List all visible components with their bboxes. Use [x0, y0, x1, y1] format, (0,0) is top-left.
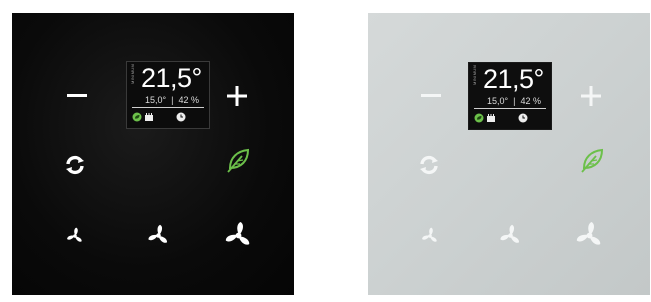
leaf-icon — [581, 148, 604, 173]
leaf-icon — [227, 148, 250, 173]
increase-temperature-button[interactable] — [224, 83, 250, 109]
current-temperature: 21,5° — [483, 64, 544, 94]
eco-mode-button[interactable] — [224, 145, 252, 175]
fan-low-icon — [66, 227, 83, 243]
setpoint-humidity-readout: 15,0° | 42 % — [487, 96, 541, 106]
eco-mode-button[interactable] — [578, 145, 606, 175]
display-divider — [474, 108, 546, 109]
decrease-temperature-button[interactable] — [64, 83, 90, 109]
fan-speed-medium-button[interactable] — [144, 221, 172, 249]
fan-speed-high-button[interactable] — [221, 218, 255, 252]
minus-icon — [67, 94, 87, 97]
fan-speed-medium-button[interactable] — [496, 221, 524, 249]
fan-high-icon — [224, 221, 251, 246]
current-temperature: 21,5° — [141, 63, 202, 93]
sync-button[interactable] — [62, 152, 88, 178]
mode-label: MINIMUM — [472, 64, 477, 85]
fan-low-icon — [421, 227, 438, 243]
heater-icon — [145, 113, 153, 121]
thermostat-panel-dark: MINIMUM 21,5° 15,0° | 42 % — [12, 13, 294, 295]
decrease-temperature-button[interactable] — [418, 83, 444, 109]
heater-icon — [487, 114, 495, 122]
mode-label: MINIMUM — [130, 63, 135, 84]
temperature-display: MINIMUM 21,5° 15,0° | 42 % — [126, 61, 210, 129]
increase-temperature-button[interactable] — [578, 83, 604, 109]
plus-icon — [581, 86, 601, 106]
temperature-display: MINIMUM 21,5° 15,0° | 42 % — [468, 62, 552, 130]
clock-icon — [518, 113, 528, 123]
minus-icon — [421, 94, 441, 97]
thermostat-panel-light: MINIMUM 21,5° 15,0° | 42 % — [368, 13, 650, 295]
fan-speed-high-button[interactable] — [572, 218, 606, 252]
fan-medium-icon — [146, 224, 168, 244]
setpoint-humidity-readout: 15,0° | 42 % — [145, 95, 199, 105]
fan-high-icon — [575, 221, 602, 246]
fan-speed-low-button[interactable] — [63, 224, 87, 248]
sync-icon — [420, 155, 438, 175]
display-divider — [132, 107, 204, 108]
plus-icon — [227, 86, 247, 106]
fan-medium-icon — [498, 224, 520, 244]
clock-icon — [176, 112, 186, 122]
sync-icon — [66, 155, 84, 175]
sync-button[interactable] — [416, 152, 442, 178]
fan-speed-low-button[interactable] — [418, 224, 442, 248]
leaf-dot-icon — [474, 113, 484, 123]
leaf-dot-icon — [132, 112, 142, 122]
